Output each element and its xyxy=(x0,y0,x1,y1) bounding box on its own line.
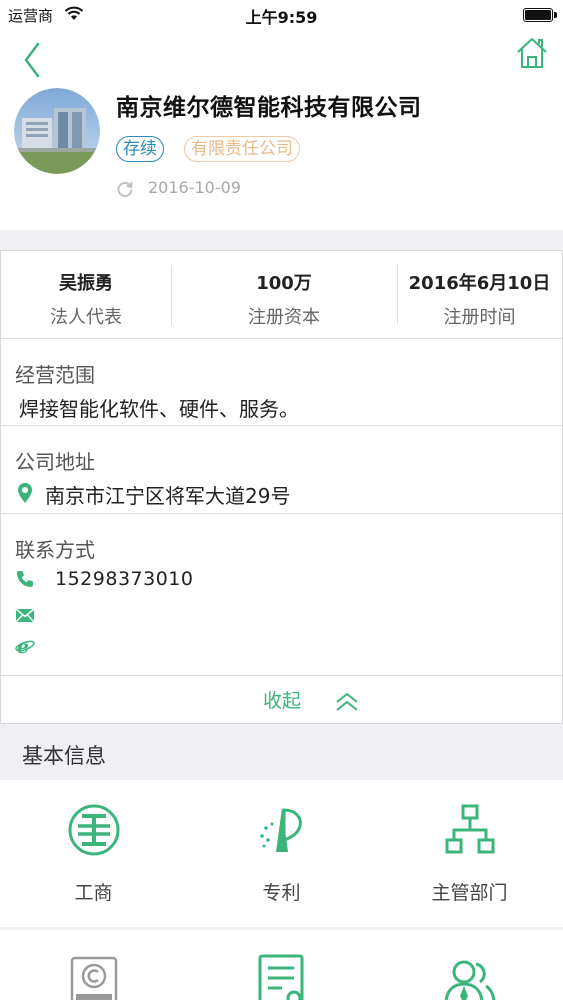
grid-item-copyright[interactable] xyxy=(0,930,187,1000)
key-stats: 吴振勇 法人代表 100万 注册资本 2016年6月10日 注册时间 xyxy=(1,251,562,339)
home-icon[interactable] xyxy=(515,36,549,70)
back-arrow-icon[interactable] xyxy=(14,38,54,82)
phone-icon[interactable] xyxy=(15,569,35,589)
org-chart-icon xyxy=(445,804,495,854)
grid-item-shareholders[interactable] xyxy=(376,930,563,1000)
basic-info-header: 基本信息 xyxy=(0,724,563,780)
patent-icon xyxy=(260,808,302,852)
business-registration-icon xyxy=(68,804,120,856)
double-chevron-up-icon xyxy=(336,692,358,711)
section-title: 公司地址 xyxy=(15,450,95,474)
business-scope-text: 焊接智能化软件、硬件、服务。 xyxy=(19,397,299,421)
section-title: 基本信息 xyxy=(22,744,106,768)
email-icon[interactable] xyxy=(15,605,35,625)
update-date: 2016-10-09 xyxy=(148,178,241,197)
battery-icon xyxy=(523,8,557,22)
registration-date: 2016年6月10日 注册时间 xyxy=(397,251,562,339)
refresh-icon xyxy=(117,181,133,197)
registered-capital: 100万 注册资本 xyxy=(171,251,397,339)
section-title: 联系方式 xyxy=(15,538,95,562)
grid-item-certificate[interactable] xyxy=(188,930,375,1000)
business-scope-section: 经营范围 焊接智能化软件、硬件、服务。 xyxy=(1,339,562,426)
stat-label: 法人代表 xyxy=(50,307,122,328)
grid-item-label: 主管部门 xyxy=(431,882,508,904)
website-icon[interactable]: e xyxy=(15,636,35,656)
company-type-badge: 有限责任公司 xyxy=(184,136,300,162)
location-pin-icon xyxy=(18,483,32,503)
basic-info-grid: 工商 专利 主管部门 xyxy=(0,780,563,1000)
company-info-card: 吴振勇 法人代表 100万 注册资本 2016年6月10日 注册时间 经营范围 … xyxy=(0,250,563,724)
address-section[interactable]: 公司地址 南京市江宁区将军大道29号 xyxy=(1,426,562,514)
collapse-label: 收起 xyxy=(263,690,302,712)
stat-value: 2016年6月10日 xyxy=(408,273,551,294)
company-name: 南京维尔德智能科技有限公司 xyxy=(116,95,422,121)
divider-gap xyxy=(0,230,563,250)
grid-item-business[interactable]: 工商 xyxy=(0,780,187,927)
stat-value: 100万 xyxy=(256,273,312,294)
stat-value: 吴振勇 xyxy=(59,273,113,294)
grid-item-label: 工商 xyxy=(74,882,113,904)
grid-item-authority[interactable]: 主管部门 xyxy=(376,780,563,927)
company-avatar xyxy=(14,88,100,174)
clock: 上午9:59 xyxy=(245,8,318,27)
shareholders-icon xyxy=(444,960,496,1000)
certificate-icon xyxy=(258,954,304,1000)
address-text: 南京市江宁区将军大道29号 xyxy=(45,484,291,508)
collapse-button[interactable]: 收起 xyxy=(1,676,562,724)
stat-label: 注册资本 xyxy=(248,307,320,328)
contact-section: 联系方式 15298373010 e xyxy=(1,514,562,676)
section-title: 经营范围 xyxy=(15,363,95,387)
grid-item-label: 专利 xyxy=(262,882,301,904)
grid-item-patent[interactable]: 专利 xyxy=(188,780,375,927)
legal-representative[interactable]: 吴振勇 法人代表 xyxy=(1,251,171,339)
status-badge: 存续 xyxy=(116,136,164,162)
copyright-icon xyxy=(70,956,118,1000)
phone-number[interactable]: 15298373010 xyxy=(55,568,193,590)
stat-label: 注册时间 xyxy=(443,307,516,328)
company-header: 南京维尔德智能科技有限公司 存续 有限责任公司 2016-10-09 xyxy=(0,84,563,230)
status-bar: 运营商 上午9:59 xyxy=(0,0,563,30)
